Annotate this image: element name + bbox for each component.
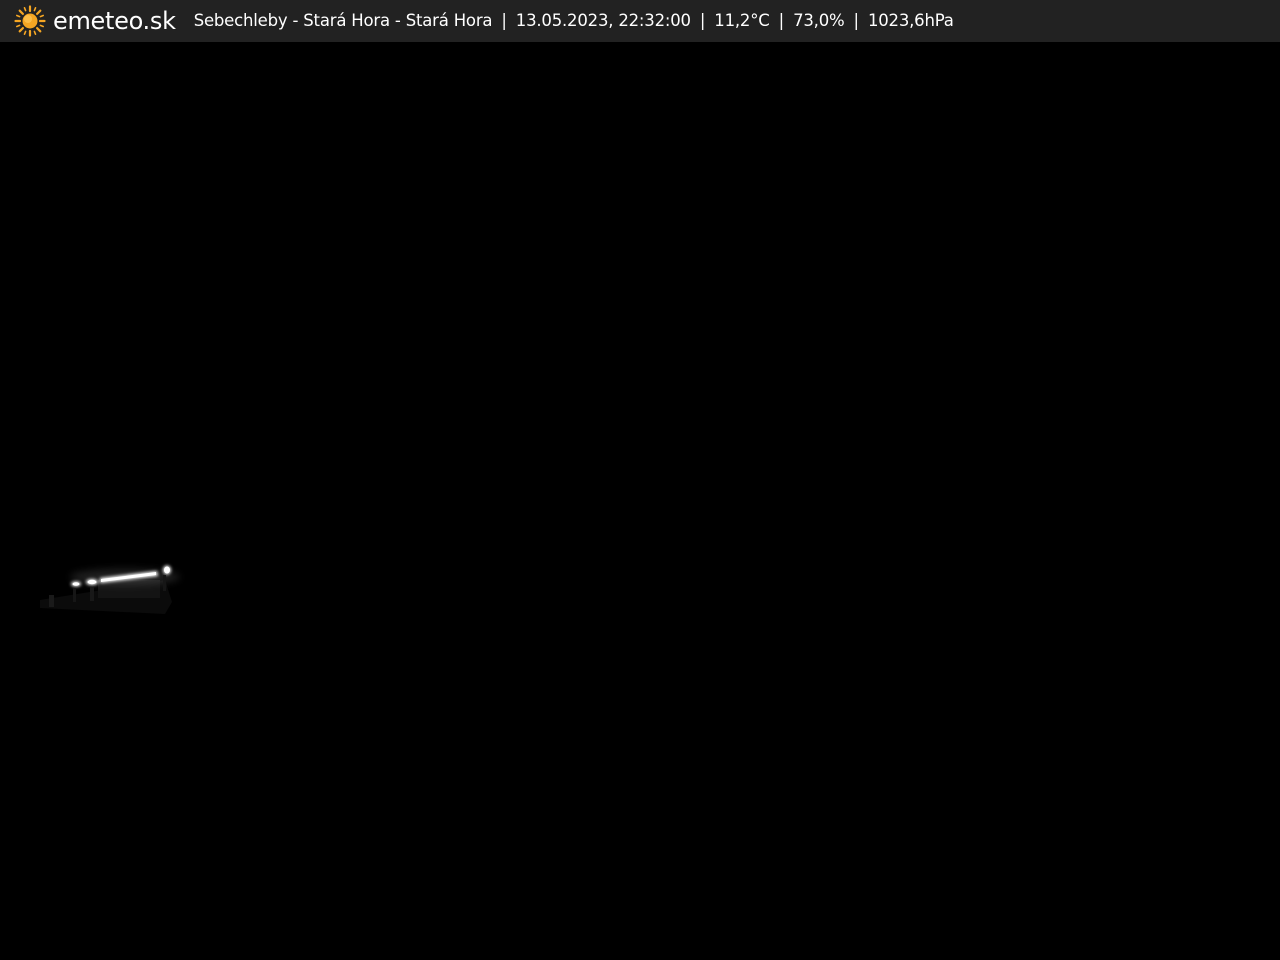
header-bar: emeteo.sk Sebechleby - Stará Hora - Star… (0, 0, 1280, 42)
sun-icon (14, 5, 46, 37)
observation-datetime: 13.05.2023, 22:32:00 (515, 10, 691, 30)
logo-text: emeteo.sk (53, 7, 176, 35)
station-name: Sebechleby - Stará Hora - Stará Hora (193, 10, 493, 30)
pressure-value: 1023,6hPa (867, 10, 954, 30)
separator: | (778, 10, 785, 30)
post (163, 575, 166, 591)
post (90, 587, 94, 601)
separator: | (853, 10, 860, 30)
night-scene (0, 42, 1280, 960)
emeteo-logo-link[interactable]: emeteo.sk (14, 5, 176, 37)
post (49, 595, 54, 607)
humidity-value: 73,0% (793, 10, 845, 30)
separator: | (501, 10, 507, 30)
temperature-value: 11,2°C (714, 10, 770, 30)
station-info: Sebechleby - Stará Hora - Stará Hora | 1… (193, 10, 954, 30)
separator: | (699, 10, 706, 30)
post (73, 588, 76, 602)
webcam-image (0, 42, 1280, 960)
